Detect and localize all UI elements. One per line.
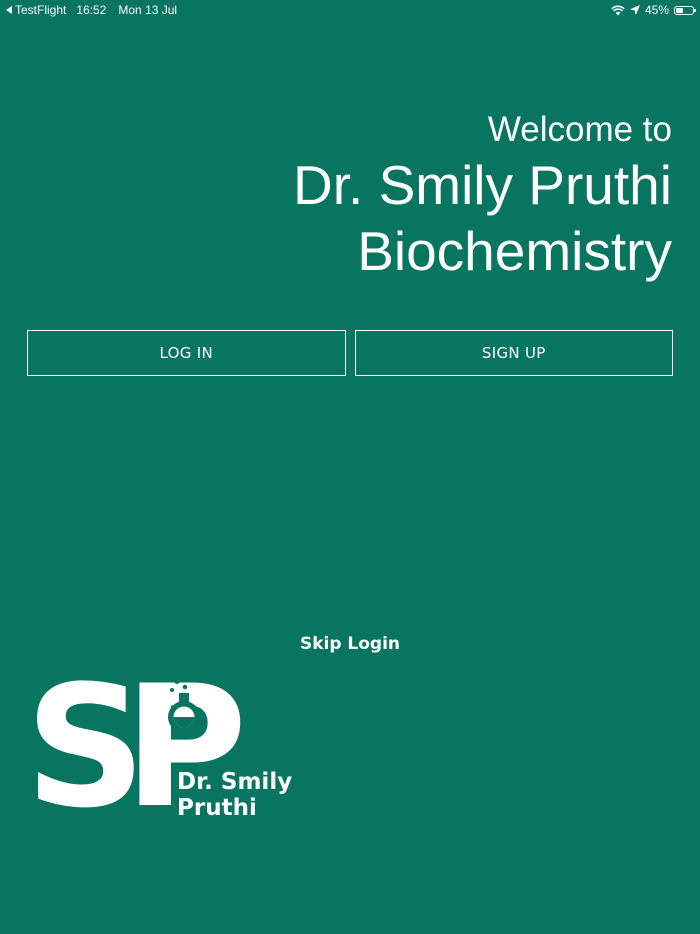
location-arrow-icon [629,5,640,15]
logo-text-line2: Pruthi [177,795,257,821]
brand-subject: Biochemistry [357,220,672,282]
welcome-greeting: Welcome to [487,110,672,149]
skip-login-link[interactable]: Skip Login [0,634,700,654]
status-bar: TestFlight 16:52 Mon 13 Jul 45% [0,0,700,20]
status-left: TestFlight 16:52 Mon 13 Jul [6,0,177,20]
wifi-icon [611,5,625,15]
back-arrow-icon [6,6,12,14]
auth-buttons: LOG IN SIGN UP [27,330,673,376]
battery-fill [676,7,684,13]
logo-text-line1: Dr. Smily [177,769,292,795]
battery-percent: 45% [644,3,669,17]
signup-button[interactable]: SIGN UP [354,330,673,376]
welcome-heading: Welcome to Dr. Smily Pruthi Biochemistry [293,108,672,284]
battery-icon [674,5,696,15]
status-right: 45% [611,0,696,20]
sp-logo: SP Dr. Smily Pruthi [25,655,292,825]
status-time: 16:52 [76,3,107,17]
back-app-label: TestFlight [15,3,67,17]
login-button[interactable]: LOG IN [27,330,346,376]
brand-name: Dr. Smily Pruthi [293,154,672,216]
back-to-app-link[interactable]: TestFlight [6,0,66,20]
status-date: Mon 13 Jul [118,3,178,17]
